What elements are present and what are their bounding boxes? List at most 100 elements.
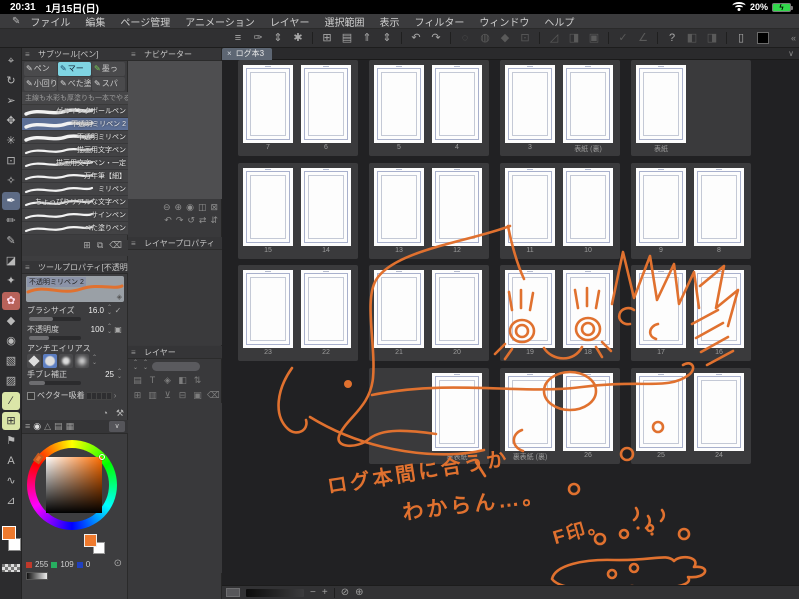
current-brush-preview[interactable]: 不透明ミリペン 2 ◈ bbox=[26, 276, 124, 302]
page-thumbnail[interactable] bbox=[563, 168, 613, 246]
page-spread[interactable]: 15 14 bbox=[238, 163, 358, 259]
menu-item-10[interactable]: ヘルプ bbox=[544, 18, 574, 29]
quick-access-icon[interactable]: ✱ bbox=[288, 30, 308, 47]
subtool-tab-2[interactable]: ✎マー bbox=[58, 62, 91, 76]
curve-tool-icon[interactable]: ∿ bbox=[2, 472, 20, 490]
mirror-icon[interactable]: ⇄ bbox=[199, 215, 207, 226]
page-spread[interactable]: 11 10 bbox=[500, 163, 620, 259]
layer-expand-icon[interactable]: ⇅ bbox=[192, 375, 203, 386]
line-tool-icon[interactable]: ∕ bbox=[2, 392, 20, 410]
opacity-value[interactable]: 100 bbox=[91, 325, 104, 334]
add-subtool-icon[interactable]: ⊞ bbox=[83, 240, 91, 250]
brush-item[interactable]: 万年筆【細】 bbox=[22, 170, 128, 183]
page-spread[interactable]: 19 18 bbox=[500, 265, 620, 361]
vector-snap-more-icon[interactable]: › bbox=[114, 391, 117, 400]
close-tab-icon[interactable]: × bbox=[227, 49, 232, 58]
opacity-dynamics-icon[interactable]: ▣ bbox=[113, 325, 123, 334]
help-icon[interactable]: ? bbox=[662, 30, 682, 47]
foreground-color-swatch[interactable] bbox=[2, 526, 16, 540]
rotate-left-icon[interactable]: ↶ bbox=[164, 215, 172, 226]
delete-subtool-icon[interactable]: ⌫ bbox=[109, 240, 122, 250]
rotate-reset-icon[interactable]: ↺ bbox=[187, 215, 195, 226]
aa-strong-option[interactable] bbox=[75, 354, 89, 368]
auto-select-tool-icon[interactable]: ✳ bbox=[2, 132, 20, 150]
page-thumbnail[interactable] bbox=[636, 168, 686, 246]
export-expand-icon[interactable]: ⇕ bbox=[377, 30, 397, 47]
page-thumbnail[interactable] bbox=[243, 270, 293, 348]
color-slider-tab[interactable]: ▤ bbox=[54, 420, 63, 433]
layer-mask-icon[interactable]: ◧ bbox=[177, 375, 188, 386]
layer-blend-stepper[interactable]: ⌃ ⌄ bbox=[142, 360, 149, 371]
brush-item[interactable]: ゲルインクボールペン bbox=[22, 105, 128, 118]
brush-item[interactable]: ちょっぴりリアルな文字ペン bbox=[22, 196, 128, 209]
zoom-slider[interactable] bbox=[246, 588, 304, 597]
device-settings-icon[interactable]: ▯ bbox=[731, 30, 751, 47]
subtool-tab-6[interactable]: ✎スパ bbox=[92, 77, 125, 91]
aa-medium-option[interactable] bbox=[59, 354, 73, 368]
brush-item[interactable]: 描画用文字ペン・一定 bbox=[22, 157, 128, 170]
navigator-mini-icon[interactable] bbox=[226, 588, 240, 597]
opacity-slider[interactable] bbox=[29, 336, 81, 340]
layer-list[interactable] bbox=[128, 403, 222, 573]
menu-item-8[interactable]: フィルター bbox=[415, 18, 465, 29]
new-canvas-icon[interactable]: ⊞ bbox=[317, 30, 337, 47]
saturation-value-box[interactable] bbox=[46, 454, 105, 513]
frame-border-tool-icon[interactable]: ⊞ bbox=[2, 412, 20, 430]
color-triangle-tab[interactable]: △ bbox=[44, 420, 51, 433]
zoom-percent-icon[interactable]: ⊘ bbox=[341, 587, 349, 598]
rotate-right-icon[interactable]: ↷ bbox=[176, 215, 184, 226]
brush-item[interactable]: 不透明ミリペン bbox=[22, 131, 128, 144]
value-strip[interactable] bbox=[26, 572, 48, 580]
page-spread[interactable]: 17 16 bbox=[631, 265, 751, 361]
page-thumbnail[interactable] bbox=[636, 270, 686, 348]
pencil-tool-icon[interactable]: ✏ bbox=[2, 212, 20, 230]
page-thumbnail[interactable] bbox=[505, 65, 555, 143]
color-wheel-tab[interactable]: ◉ bbox=[33, 420, 41, 433]
page-thumbnail[interactable] bbox=[505, 373, 555, 451]
aa-stepper[interactable]: ⌃ ⌄ bbox=[91, 355, 98, 366]
subtool-group-description[interactable]: 主線も水彩も厚塗りも一本でやる bbox=[22, 92, 128, 105]
zoom-in-button[interactable]: + bbox=[322, 587, 328, 599]
subtool-tab-5[interactable]: ✎べた塗 bbox=[58, 77, 91, 91]
stabilization-value[interactable]: 25 bbox=[105, 370, 114, 379]
color-panel-swatches[interactable] bbox=[84, 534, 110, 556]
page-thumbnail[interactable] bbox=[636, 65, 686, 143]
move-tool-icon[interactable]: ✥ bbox=[2, 112, 20, 130]
marker-tool-icon[interactable]: ✎ bbox=[2, 232, 20, 250]
tool-settings-wrench-icon[interactable]: ⚒ bbox=[116, 408, 124, 418]
reset-tool-icon[interactable]: ◔ bbox=[102, 408, 107, 418]
clip-studio-logo-icon[interactable]: ✎ bbox=[12, 16, 20, 27]
vector-snap-checkbox[interactable] bbox=[27, 391, 35, 400]
opacity-stepper[interactable]: ⌃ ⌄ bbox=[106, 324, 113, 335]
blend-mode-select[interactable] bbox=[152, 361, 200, 371]
new-layer-icon[interactable]: ⊞ bbox=[132, 390, 143, 401]
brush-item[interactable]: ミリペン bbox=[22, 183, 128, 196]
fit-screen-icon[interactable]: ⊠ bbox=[210, 202, 218, 213]
merge-layer-icon[interactable]: ⊟ bbox=[177, 390, 188, 401]
panel-menu-icon[interactable]: ≡ bbox=[25, 261, 30, 273]
page-thumbnail[interactable] bbox=[694, 373, 744, 451]
page-spread[interactable]: 3 表紙 (裏) bbox=[500, 60, 620, 156]
aa-none-option[interactable] bbox=[27, 354, 41, 368]
pen-settings-icon[interactable]: ✑ bbox=[248, 30, 268, 47]
ruler-tool-icon[interactable]: ⊿ bbox=[2, 492, 20, 510]
menu-item-7[interactable]: 表示 bbox=[380, 18, 400, 29]
color-set-tab[interactable]: ▦ bbox=[66, 420, 75, 433]
page-thumbnail[interactable] bbox=[243, 65, 293, 143]
zoom-reset-icon[interactable]: ◉ bbox=[186, 202, 194, 213]
duplicate-subtool-icon[interactable]: ⧉ bbox=[97, 240, 103, 250]
page-thumbnail[interactable] bbox=[301, 65, 351, 143]
decoration-tool-icon[interactable]: ✿ bbox=[2, 292, 20, 310]
airbrush-tool-icon[interactable]: ✦ bbox=[2, 272, 20, 290]
stabilization-stepper[interactable]: ⌃ ⌄ bbox=[116, 369, 123, 380]
flow-tool-icon[interactable]: ⚑ bbox=[2, 432, 20, 450]
page-spread[interactable]: 13 12 bbox=[369, 163, 489, 259]
panel-menu-icon[interactable]: ≡ bbox=[25, 48, 30, 60]
page-spread[interactable]: 23 22 bbox=[238, 265, 358, 361]
fill-layer-icon[interactable]: ▣ bbox=[192, 390, 203, 401]
stabilization-slider[interactable] bbox=[29, 381, 81, 385]
page-thumbnail[interactable] bbox=[432, 65, 482, 143]
layer-lock-icon[interactable]: ◈ bbox=[162, 375, 173, 386]
fill-tool-icon[interactable]: ▨ bbox=[2, 372, 20, 390]
toolbar-color-swatch[interactable] bbox=[757, 32, 769, 44]
